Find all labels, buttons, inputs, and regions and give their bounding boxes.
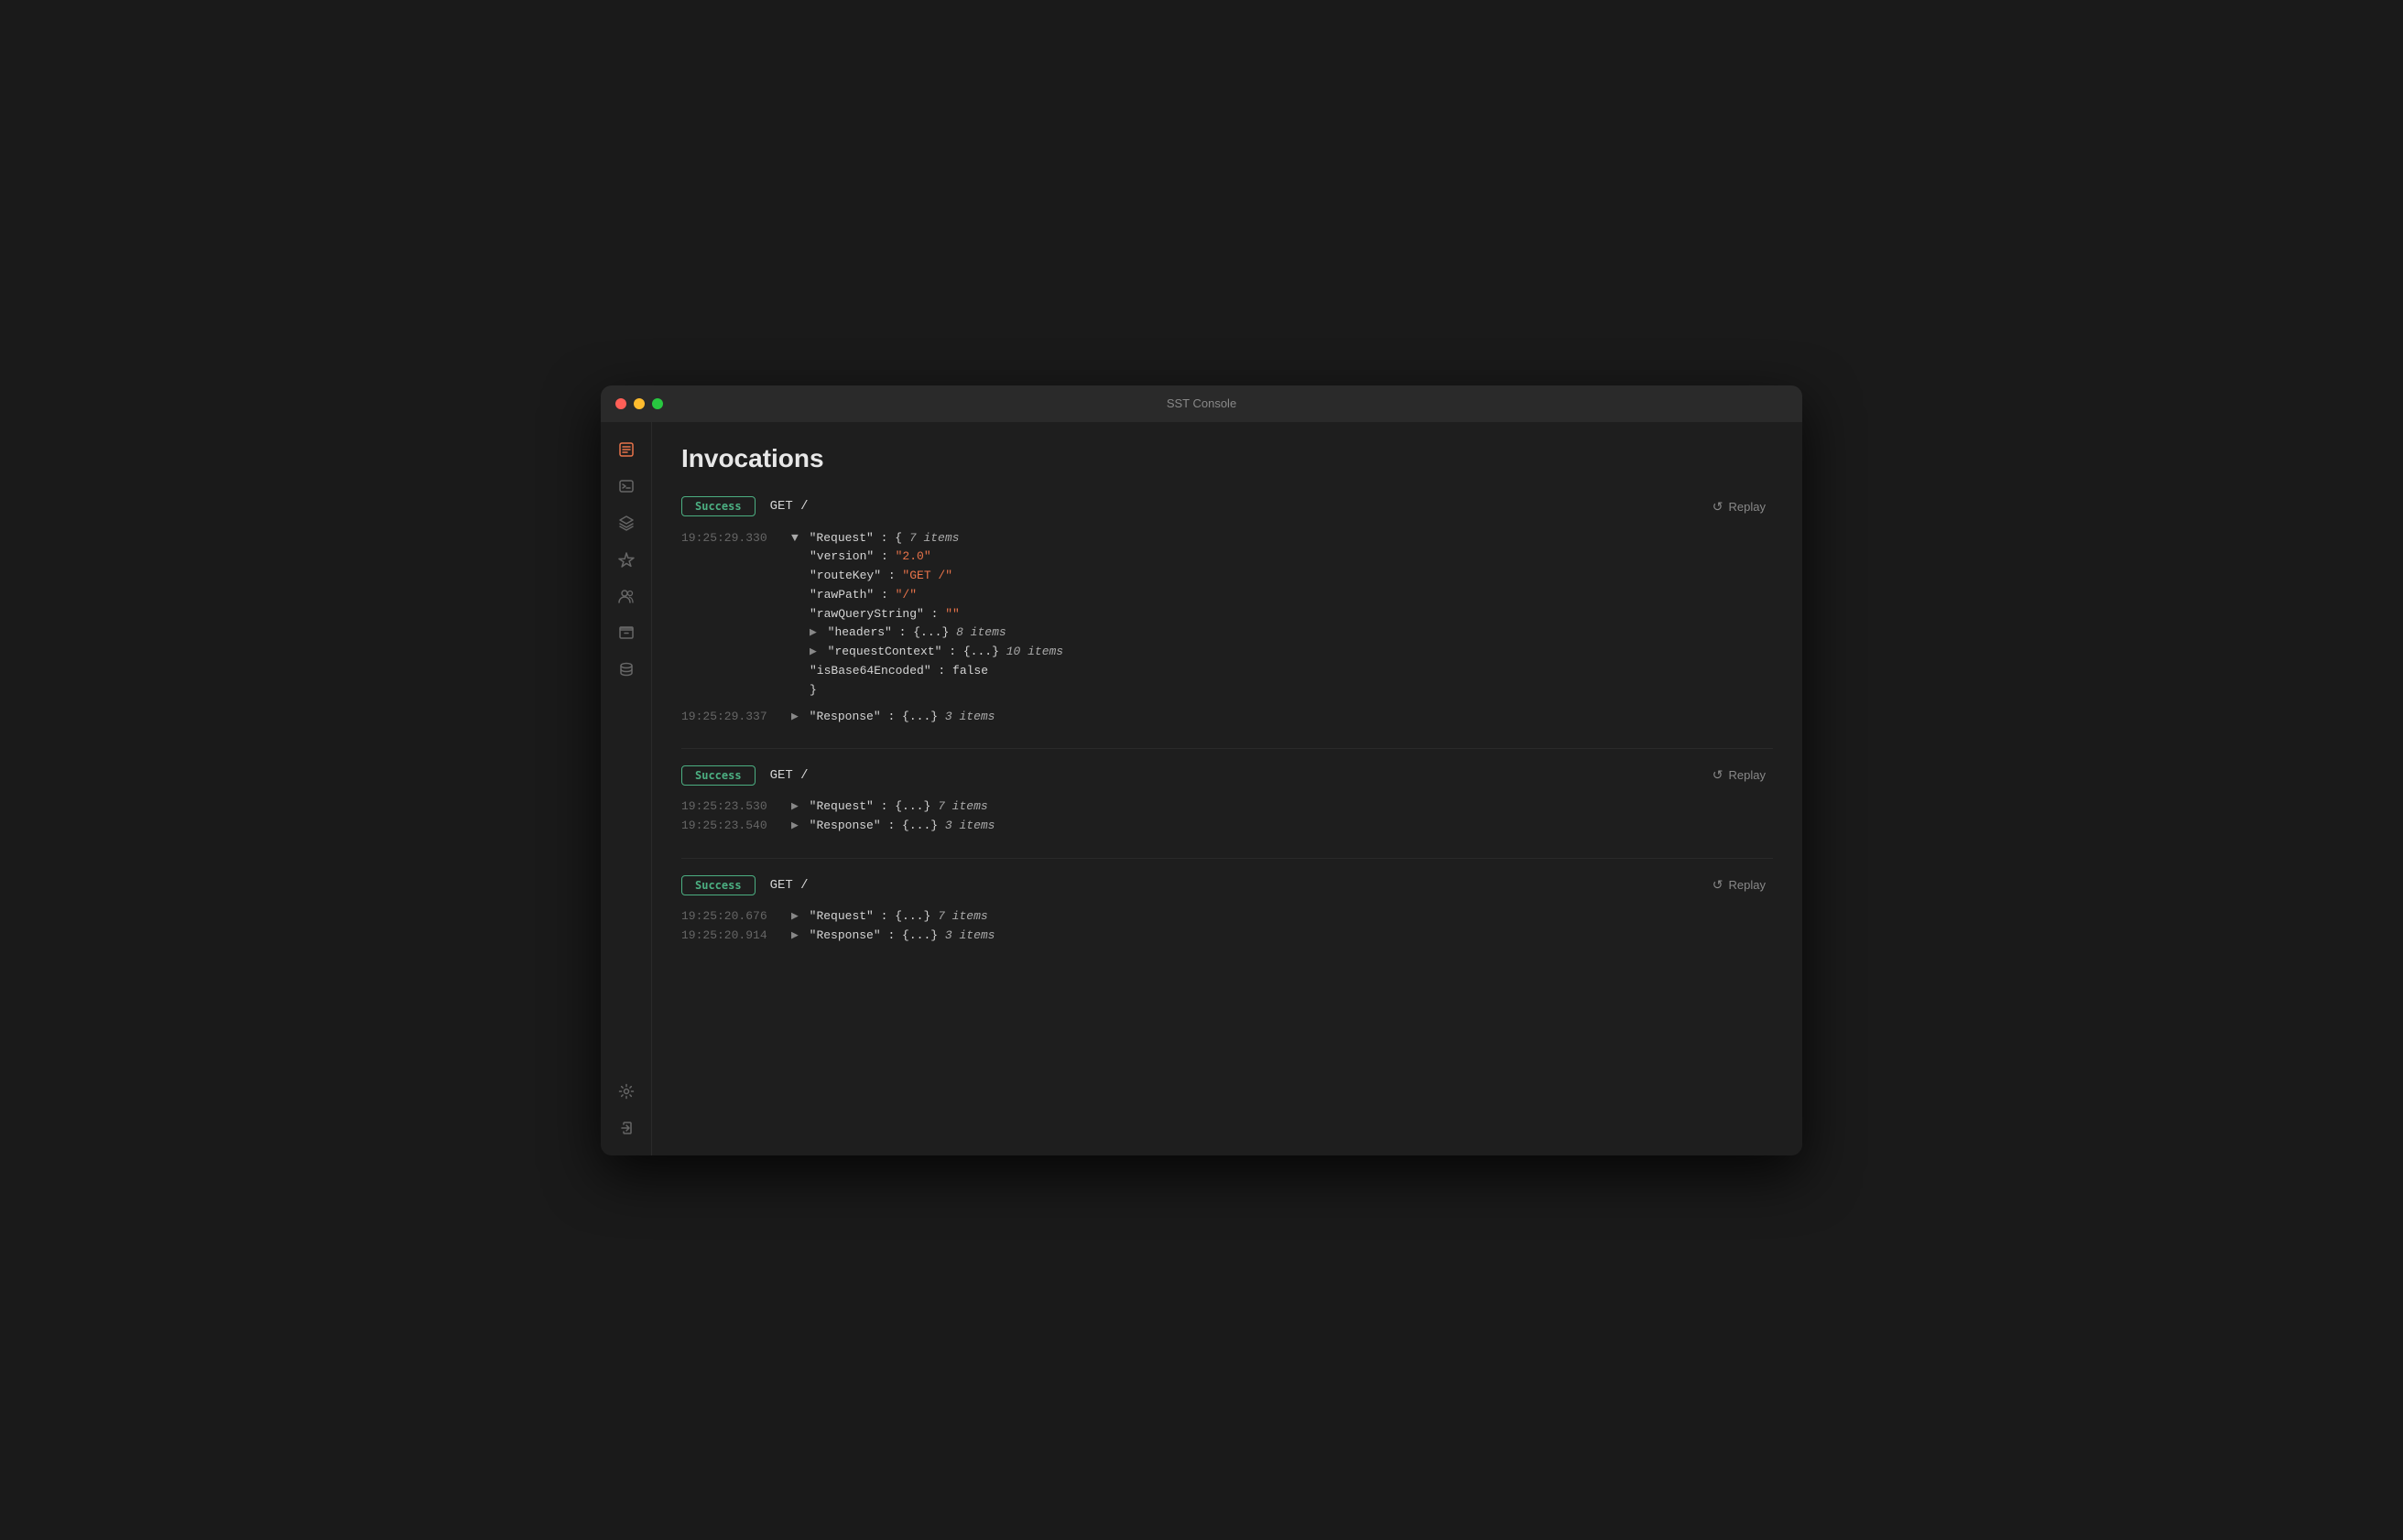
timestamp-1-2: 19:25:29.337 [681, 708, 791, 727]
main-content: Invocations Success GET / ↺ Replay 19:25… [652, 422, 1802, 1155]
replay-icon-2: ↺ [1713, 767, 1723, 783]
log-line-headers: ▶ "headers" : {...} 8 items [700, 624, 1773, 643]
expand-arrow-response-2[interactable]: ▶ [791, 817, 799, 836]
invocation-header-1: Success GET / ↺ Replay [681, 495, 1773, 518]
status-badge-1: Success [681, 496, 756, 516]
sidebar-item-logout[interactable] [610, 1112, 643, 1144]
expand-arrow-response-3[interactable]: ▶ [791, 927, 799, 946]
invocation-header-3: Success GET / ↺ Replay [681, 873, 1773, 896]
sidebar-item-invocations[interactable] [610, 433, 643, 466]
expand-arrow-request-2[interactable]: ▶ [791, 797, 799, 817]
log-line-routekey: "routeKey" : "GET /" [700, 567, 1773, 586]
invocation-block-1: Success GET / ↺ Replay 19:25:29.330 ▼ "R… [681, 495, 1773, 727]
timestamp-3-1: 19:25:20.676 [681, 907, 791, 927]
maximize-button[interactable] [652, 398, 663, 409]
window-title: SST Console [1167, 396, 1236, 410]
replay-icon-3: ↺ [1713, 877, 1723, 893]
log-line-rawpath: "rawPath" : "/" [700, 586, 1773, 605]
log-line-requestcontext: ▶ "requestContext" : {...} 10 items [700, 643, 1773, 662]
expand-arrow-1[interactable]: ▼ [791, 529, 799, 548]
expand-arrow-response-1[interactable]: ▶ [791, 708, 799, 727]
page-title: Invocations [681, 444, 1773, 473]
log-section-request-1: 19:25:29.330 ▼ "Request" : { 7 items "ve… [681, 529, 1773, 700]
replay-label-1: Replay [1729, 500, 1766, 514]
request-children: "version" : "2.0" "routeKey" : "GET /" [681, 548, 1773, 700]
replay-button-2[interactable]: ↺ Replay [1705, 764, 1773, 786]
log-line-request-2: 19:25:23.530 ▶ "Request" : {...} 7 items [681, 797, 1773, 817]
status-badge-2: Success [681, 765, 756, 786]
invocation-route-2: GET / [770, 768, 1705, 783]
sidebar-item-events[interactable] [610, 543, 643, 576]
sidebar-item-database[interactable] [610, 653, 643, 686]
expand-arrow-headers[interactable]: ▶ [810, 624, 817, 643]
expand-arrow-requestcontext[interactable]: ▶ [810, 643, 817, 662]
invocation-route-1: GET / [770, 499, 1705, 514]
timestamp-2-2: 19:25:23.540 [681, 817, 791, 836]
log-line-closing: } [700, 681, 1773, 700]
timestamp-3-2: 19:25:20.914 [681, 927, 791, 946]
replay-button-1[interactable]: ↺ Replay [1705, 495, 1773, 518]
app-window: SST Console [601, 385, 1802, 1155]
app-body: Invocations Success GET / ↺ Replay 19:25… [601, 422, 1802, 1155]
invocation-route-3: GET / [770, 878, 1705, 893]
sidebar-item-layers[interactable] [610, 506, 643, 539]
log-line-response-3: 19:25:20.914 ▶ "Response" : {...} 3 item… [681, 927, 1773, 946]
replay-label-2: Replay [1729, 768, 1766, 782]
sidebar-item-settings[interactable] [610, 1075, 643, 1108]
log-line-response-2: 19:25:23.540 ▶ "Response" : {...} 3 item… [681, 817, 1773, 836]
invocation-block-2: Success GET / ↺ Replay 19:25:23.530 ▶ "R… [681, 764, 1773, 836]
replay-icon-1: ↺ [1713, 499, 1723, 515]
log-line-request-header: 19:25:29.330 ▼ "Request" : { 7 items [681, 529, 1773, 548]
close-button[interactable] [615, 398, 626, 409]
log-line-version: "version" : "2.0" [700, 548, 1773, 567]
replay-label-3: Replay [1729, 878, 1766, 892]
sidebar [601, 422, 652, 1155]
minimize-button[interactable] [634, 398, 645, 409]
status-badge-3: Success [681, 875, 756, 895]
invocation-header-2: Success GET / ↺ Replay [681, 764, 1773, 786]
timestamp-1-1: 19:25:29.330 [681, 529, 791, 548]
sidebar-item-archive[interactable] [610, 616, 643, 649]
timestamp-2-1: 19:25:23.530 [681, 797, 791, 817]
divider-2 [681, 858, 1773, 859]
log-line-rawquerystring: "rawQueryString" : "" [700, 605, 1773, 624]
log-line-request-3: 19:25:20.676 ▶ "Request" : {...} 7 items [681, 907, 1773, 927]
log-content-request-1: ▼ "Request" : { 7 items [791, 529, 1773, 548]
sidebar-item-users[interactable] [610, 580, 643, 613]
expand-arrow-request-3[interactable]: ▶ [791, 907, 799, 927]
titlebar: SST Console [601, 385, 1802, 422]
log-line-isbase64: "isBase64Encoded" : false [700, 662, 1773, 681]
invocation-block-3: Success GET / ↺ Replay 19:25:20.676 ▶ "R… [681, 873, 1773, 946]
log-line-response-1: 19:25:29.337 ▶ "Response" : {...} 3 item… [681, 708, 1773, 727]
sidebar-item-terminal[interactable] [610, 470, 643, 503]
replay-button-3[interactable]: ↺ Replay [1705, 873, 1773, 896]
divider-1 [681, 748, 1773, 749]
sidebar-bottom [610, 1075, 643, 1144]
traffic-lights [615, 398, 663, 409]
